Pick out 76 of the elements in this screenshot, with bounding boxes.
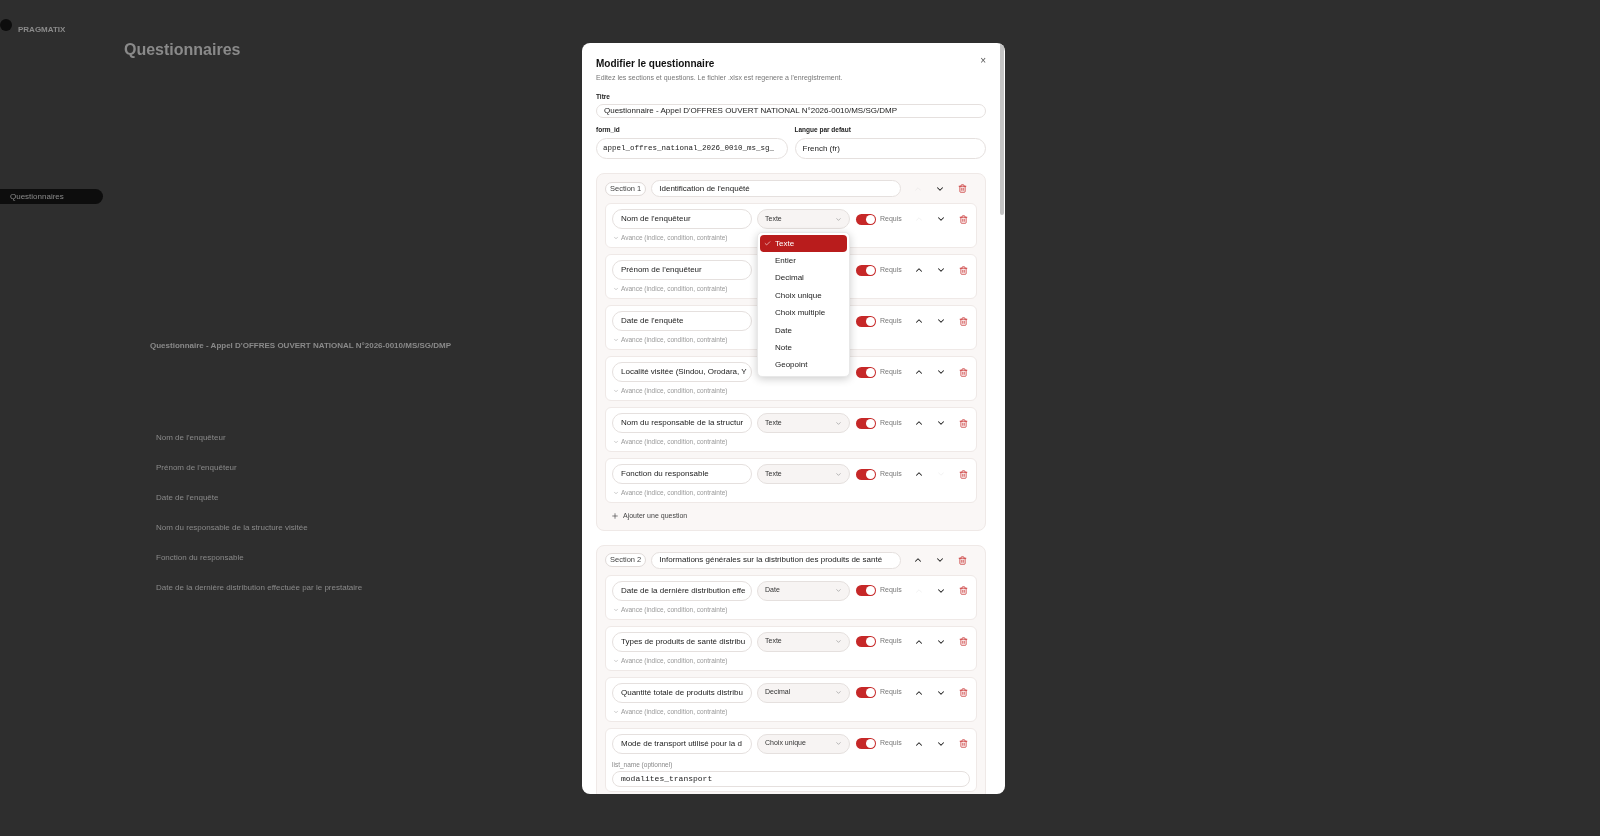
chevron-down-icon [835,215,842,223]
required-toggle[interactable] [856,585,876,596]
dropdown-option[interactable]: Entier [760,252,847,270]
trash-icon [958,316,968,326]
chevron-down-icon [835,587,842,594]
questionnaire-title: Questionnaire - Appel D'OFFRES OUVERT NATIONAL N°2026-0010/MS/SG/DMP [150,340,451,352]
chevron-down-icon [613,286,619,292]
section-title-field[interactable]: Identification de l'enquêté [651,180,902,197]
chevron-down-icon [936,265,946,275]
scrollbar-thumb[interactable] [1000,43,1004,215]
chevron-up-icon [914,265,924,275]
check-icon [764,240,771,248]
close-button[interactable]: × [980,56,986,66]
dropdown-option[interactable]: Decimal [760,269,847,288]
dropdown-option[interactable]: Note [760,339,847,357]
chevron-up-icon [913,555,924,565]
dropdown-option[interactable]: Choix multiple [760,304,847,322]
trash-icon [958,367,968,377]
trash-icon [958,418,968,428]
nav-item[interactable]: Questionnaires [0,189,103,204]
page-title: Questionnaires [124,40,242,60]
chevron-down-icon [835,419,842,427]
chevron-down-icon [936,316,946,326]
chevron-down-icon [613,708,619,715]
plus-icon [611,512,619,521]
required-toggle[interactable] [856,687,876,698]
trash-icon [957,555,967,565]
chevron-down-icon [613,490,619,496]
required-toggle[interactable] [856,264,876,276]
required-toggle[interactable] [856,315,876,327]
question-text: Fonction du responsable [156,552,245,564]
chevron-up-icon [914,367,924,377]
question-text: Nom du responsable de la structure visitée [156,522,309,534]
chevron-down-icon [613,337,619,343]
trash-icon [958,265,968,275]
trash-icon [957,184,967,193]
chevron-up-icon [914,469,924,479]
chevron-down-icon [613,235,619,241]
dropdown-option[interactable]: Geopoint [760,356,847,375]
chevron-down-icon [936,367,946,377]
question-text: Nom de l'enquêteur [156,432,227,444]
chevron-down-icon [835,740,842,747]
trash-icon [958,688,968,697]
trash-icon [958,586,968,595]
required-toggle[interactable] [856,738,876,749]
required-toggle[interactable] [856,366,876,378]
brand-name: PRAGMATIX [18,24,66,36]
required-toggle[interactable] [856,468,876,480]
dropdown-option[interactable]: Date [760,321,847,340]
dropdown-option[interactable]: Choix unique [760,287,847,305]
question-text: Prénom de l'enquêteur [156,462,238,474]
chevron-down-icon [835,638,842,645]
trash-icon [958,739,968,748]
section-title-field[interactable]: Informations générales sur la distribution des produits de santé [651,551,902,569]
chevron-up-icon [914,418,924,428]
trash-icon [958,214,968,224]
chevron-down-icon [613,439,619,445]
question-text: Date de la dernière distribution effectuée par le prestataire [156,582,364,594]
chevron-down-icon [936,418,946,428]
required-toggle[interactable] [856,636,876,647]
chevron-down-icon [935,555,946,565]
chevron-up-icon [914,316,924,326]
chevron-down-icon [835,470,842,478]
chevron-down-icon [835,689,842,696]
chevron-down-icon [613,657,619,664]
trash-icon [958,637,968,646]
logo-icon [0,19,12,31]
question-text: Date de l'enquête [156,492,220,504]
dropdown-option[interactable]: Texte [760,235,847,253]
chevron-down-icon [936,214,946,224]
required-toggle[interactable] [856,213,876,225]
chevron-down-icon [613,606,619,613]
dialog-title: Modifier le questionnaire [596,57,715,71]
trash-icon [958,469,968,479]
required-toggle[interactable] [856,417,876,429]
chevron-down-icon [613,388,619,394]
